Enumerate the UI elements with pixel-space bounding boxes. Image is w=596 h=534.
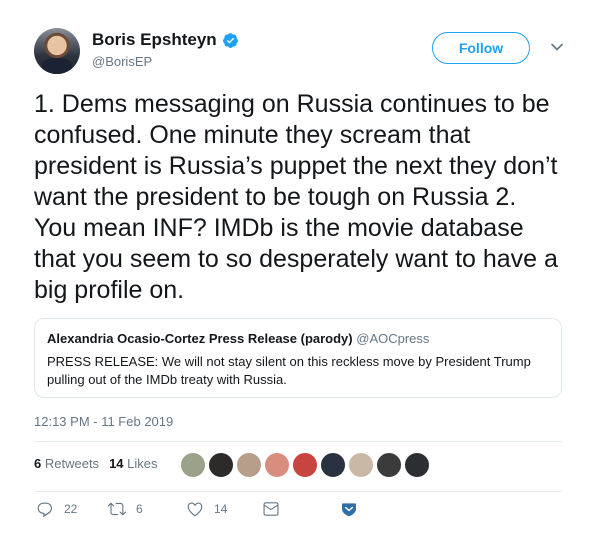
liker-avatar[interactable] (320, 452, 346, 478)
tweet-card: Boris Epshteyn @BorisEP Follow 1. Dems m… (0, 0, 596, 534)
quoted-author-name: Alexandria Ocasio-Cortez Press Release (… (47, 331, 353, 346)
quoted-author-handle: @AOCpress (356, 331, 430, 346)
tweet-text: 1. Dems messaging on Russia continues to… (34, 90, 558, 304)
quoted-text: PRESS RELEASE: We will not stay silent o… (47, 354, 531, 387)
like-count: 14 (214, 502, 228, 516)
shield-chevron-icon (342, 503, 356, 517)
retweets-label: Retweets (44, 456, 100, 471)
liker-avatar[interactable] (404, 452, 430, 478)
heart-icon (187, 502, 203, 517)
liker-avatar[interactable] (264, 452, 290, 478)
reply-count: 22 (64, 502, 78, 516)
author-name[interactable]: Boris Epshteyn (92, 30, 217, 50)
likes-count: 14 (109, 456, 124, 471)
retweet-action[interactable]: 6 (108, 500, 143, 518)
liker-avatar[interactable] (292, 452, 318, 478)
liker-avatar[interactable] (208, 452, 234, 478)
like-action[interactable]: 14 (186, 500, 227, 518)
bookmark-share-action[interactable] (340, 500, 368, 518)
reply-action[interactable]: 22 (36, 500, 77, 518)
likes-stat[interactable]: 14 Likes (109, 456, 157, 471)
chevron-down-icon[interactable] (550, 40, 564, 54)
retweets-stat[interactable]: 6 Retweets (34, 456, 99, 471)
divider (34, 491, 562, 492)
author-handle[interactable]: @BorisEP (92, 54, 152, 69)
quoted-header: Alexandria Ocasio-Cortez Press Release (… (47, 331, 549, 347)
likes-label: Likes (127, 456, 158, 471)
tweet-timestamp[interactable]: 12:13 PM - 11 Feb 2019 (34, 414, 173, 429)
liker-avatar[interactable] (348, 452, 374, 478)
follow-button[interactable]: Follow (432, 32, 530, 64)
retweet-count: 6 (136, 502, 143, 516)
tweet-header: Boris Epshteyn @BorisEP Follow (34, 28, 574, 78)
retweets-count: 6 (34, 456, 42, 471)
liker-avatar[interactable] (376, 452, 402, 478)
reply-icon (37, 502, 53, 517)
liker-avatars (180, 452, 432, 478)
retweet-icon (108, 502, 126, 516)
verified-badge-icon (222, 32, 238, 48)
author-avatar[interactable] (34, 28, 80, 74)
direct-message-action[interactable] (262, 500, 290, 518)
liker-avatar[interactable] (180, 452, 206, 478)
envelope-icon (263, 502, 279, 516)
author-name-row: Boris Epshteyn (92, 30, 239, 50)
quoted-tweet[interactable]: Alexandria Ocasio-Cortez Press Release (… (34, 318, 562, 398)
liker-avatar[interactable] (236, 452, 262, 478)
tweet-stats: 6 Retweets 14 Likes (34, 456, 168, 471)
divider (34, 441, 562, 442)
tweet-actions: 22 6 14 (34, 500, 562, 520)
